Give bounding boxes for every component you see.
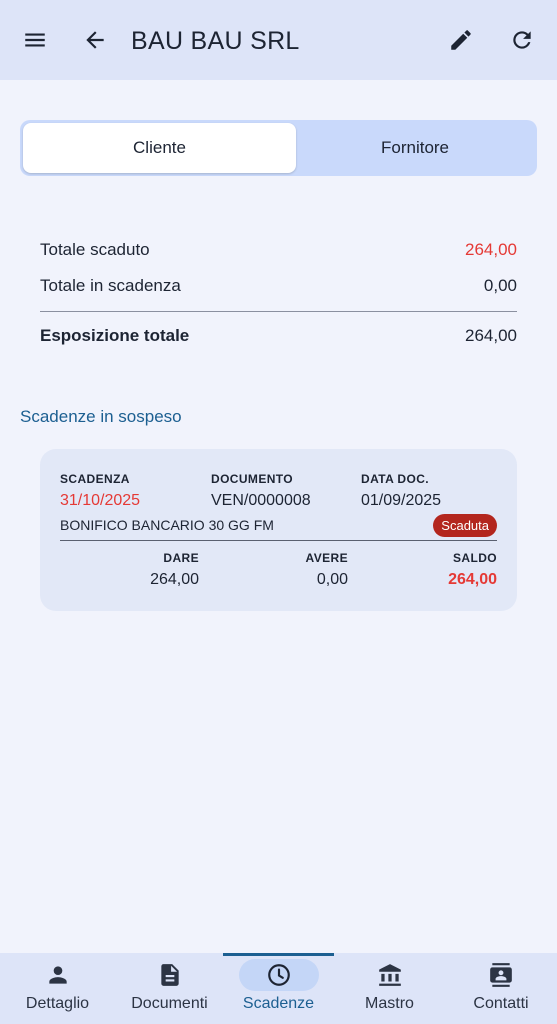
section-title: Scadenze in sospeso (20, 407, 182, 426)
avere-value: 0,00 (316, 571, 348, 588)
saldo-header: SALDO (453, 551, 497, 565)
avere-header: AVERE (305, 551, 348, 565)
segment-cliente[interactable]: Cliente (23, 123, 296, 173)
dare-value: 264,00 (150, 571, 199, 588)
total-due-row: Totale in scadenza 0,00 (40, 268, 517, 304)
status-badge: Scaduta (433, 514, 497, 537)
totals-summary: Totale scaduto 264,00 Totale in scadenza… (40, 232, 517, 354)
back-arrow-icon[interactable] (79, 24, 111, 56)
client-supplier-toggle: Cliente Fornitore (20, 120, 537, 176)
payment-method: BONIFICO BANCARIO 30 GG FM (60, 517, 274, 533)
saldo-value: 264,00 (448, 571, 497, 588)
clock-icon (238, 959, 319, 991)
nav-dettaglio-label: Dettaglio (25, 995, 90, 1012)
card-divider (60, 540, 497, 541)
nav-documenti-label: Documenti (131, 995, 208, 1012)
due-date-value: 31/10/2025 (60, 492, 141, 509)
nav-contatti-label: Contatti (473, 995, 529, 1012)
nav-scadenze-label: Scadenze (242, 995, 315, 1012)
menu-icon[interactable] (19, 24, 51, 56)
nav-contatti[interactable]: Contatti (445, 953, 557, 1024)
bank-icon (362, 959, 418, 991)
nav-mastro[interactable]: Mastro (334, 953, 445, 1024)
document-icon (142, 959, 198, 991)
doc-date-header: DATA DOC. (361, 472, 430, 486)
nav-documenti[interactable]: Documenti (112, 953, 227, 1024)
total-due-label: Totale in scadenza (40, 276, 181, 295)
total-overdue-value: 264,00 (465, 240, 517, 259)
due-date-header: SCADENZA (60, 472, 130, 486)
total-exposure-row: Esposizione totale 264,00 (40, 318, 517, 354)
totals-divider (40, 311, 517, 312)
doc-date-value: 01/09/2025 (361, 492, 442, 509)
nav-dettaglio[interactable]: Dettaglio (0, 953, 115, 1024)
total-overdue-label: Totale scaduto (40, 240, 150, 259)
bottom-navigation: Dettaglio Documenti Scadenze Mastro Cont… (0, 953, 557, 1024)
contacts-icon (473, 959, 529, 991)
total-exposure-label: Esposizione totale (40, 326, 190, 345)
document-value: VEN/0000008 (211, 492, 311, 509)
nav-scadenze[interactable]: Scadenze (223, 953, 334, 1024)
total-exposure-value: 264,00 (465, 326, 517, 345)
scadenza-card[interactable]: SCADENZA DOCUMENTO DATA DOC. 31/10/2025 … (40, 449, 517, 611)
app-bar: BAU BAU SRL (0, 0, 557, 80)
total-due-value: 0,00 (483, 276, 517, 295)
total-overdue-row: Totale scaduto 264,00 (40, 232, 517, 268)
segment-fornitore[interactable]: Fornitore (296, 123, 534, 173)
nav-mastro-label: Mastro (365, 995, 414, 1012)
person-icon (30, 959, 86, 991)
edit-pencil-icon[interactable] (445, 24, 477, 56)
refresh-icon[interactable] (506, 24, 538, 56)
document-header: DOCUMENTO (211, 472, 294, 486)
page-title: BAU BAU SRL (131, 27, 300, 55)
dare-header: DARE (163, 551, 199, 565)
